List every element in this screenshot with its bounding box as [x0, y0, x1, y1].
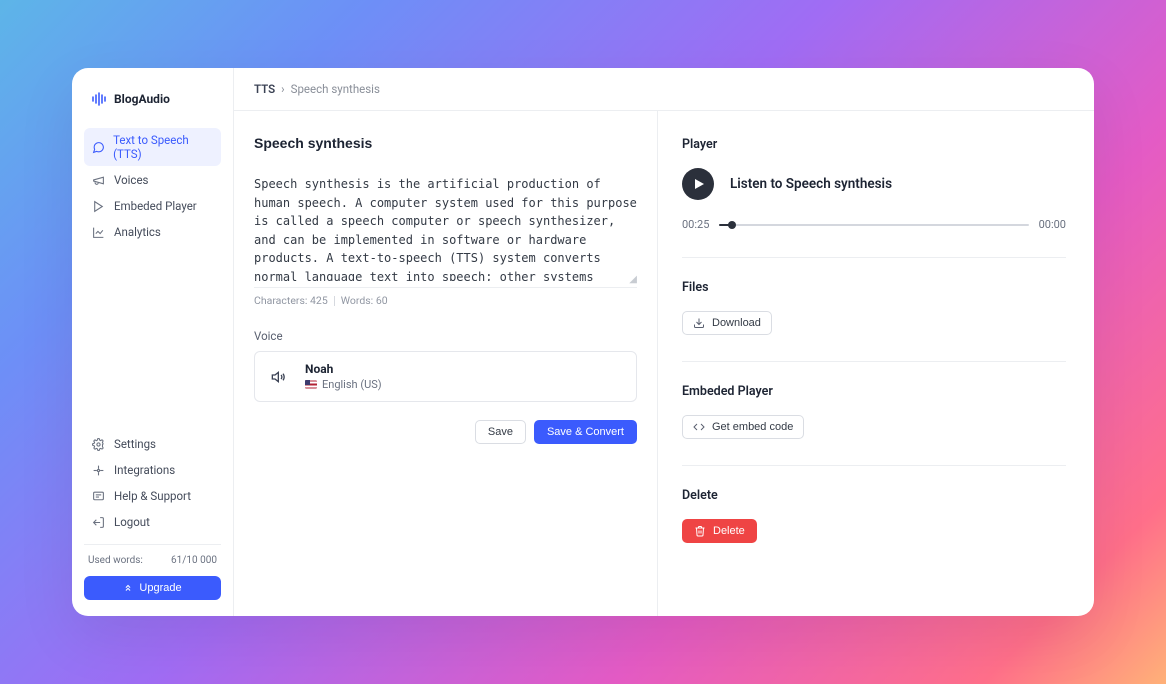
megaphone-icon [92, 174, 106, 187]
counts: Characters: 425 Words: 60 [254, 294, 637, 307]
sidebar-item-tts[interactable]: Text to Speech (TTS) [84, 128, 221, 166]
title-input[interactable] [254, 135, 637, 157]
save-convert-button[interactable]: Save & Convert [534, 420, 637, 444]
voice-language: English (US) [322, 378, 382, 391]
us-flag-icon [305, 380, 317, 389]
main-column: TTS › Speech synthesis ◢ Characters: 425… [234, 68, 1094, 616]
integrations-icon [92, 464, 106, 477]
sidebar-item-settings[interactable]: Settings [84, 432, 221, 456]
body-textarea[interactable] [254, 175, 637, 281]
sidebar-item-label: Voices [114, 173, 148, 187]
player-section-title: Player [682, 137, 1066, 152]
sidebar-item-label: Settings [114, 437, 156, 451]
voice-selector[interactable]: Noah English (US) [254, 351, 637, 402]
voice-section-label: Voice [254, 329, 637, 343]
sidebar-nav: Text to Speech (TTS) Voices Embeded Play… [84, 128, 221, 244]
usage-value: 61/10 000 [171, 555, 217, 566]
upgrade-button[interactable]: Upgrade [84, 576, 221, 600]
save-button[interactable]: Save [475, 420, 526, 444]
speaker-icon [267, 369, 291, 385]
delete-section-title: Delete [682, 488, 1066, 503]
app-window: BlogAudio Text to Speech (TTS) Voices Em… [72, 68, 1094, 616]
delete-button[interactable]: Delete [682, 519, 757, 543]
logo-icon [92, 92, 108, 106]
play-icon [695, 179, 704, 189]
word-count: Words: 60 [341, 294, 388, 307]
slider-thumb[interactable] [728, 221, 736, 229]
sidebar-item-label: Text to Speech (TTS) [113, 133, 213, 161]
right-panel: Player Listen to Speech synthesis 00:25 … [658, 111, 1094, 616]
editor-panel: ◢ Characters: 425 Words: 60 Voice Noah [234, 111, 658, 616]
sidebar-item-voices[interactable]: Voices [84, 168, 221, 192]
delete-label: Delete [713, 525, 745, 537]
usage-row: Used words: 61/10 000 [84, 544, 221, 566]
chevron-right-icon: › [281, 82, 284, 96]
voice-name: Noah [305, 362, 382, 376]
sidebar-item-embed[interactable]: Embeded Player [84, 194, 221, 218]
code-icon [693, 421, 705, 433]
sidebar-item-logout[interactable]: Logout [84, 510, 221, 534]
play-icon [92, 200, 106, 213]
player-current-time: 00:25 [682, 218, 709, 231]
brand-name: BlogAudio [114, 92, 170, 106]
sidebar-item-label: Logout [114, 515, 150, 529]
sidebar-item-label: Help & Support [114, 489, 191, 503]
breadcrumb-current: Speech synthesis [291, 82, 380, 96]
sidebar-footer-nav: Settings Integrations Help & Support Log… [84, 432, 221, 534]
help-icon [92, 490, 106, 503]
sidebar-item-label: Analytics [114, 225, 161, 239]
trash-icon [694, 525, 706, 537]
logo[interactable]: BlogAudio [84, 92, 221, 106]
breadcrumb-root[interactable]: TTS [254, 82, 275, 96]
player-total-time: 00:00 [1039, 218, 1066, 231]
get-embed-label: Get embed code [712, 421, 793, 433]
sidebar-item-label: Integrations [114, 463, 175, 477]
chat-icon [92, 141, 105, 154]
play-button[interactable] [682, 168, 714, 200]
upgrade-label: Upgrade [139, 582, 181, 594]
sidebar-item-analytics[interactable]: Analytics [84, 220, 221, 244]
char-count: Characters: 425 [254, 294, 328, 307]
sidebar-item-label: Embeded Player [114, 199, 197, 213]
embed-section-title: Embeded Player [682, 384, 1066, 399]
breadcrumb: TTS › Speech synthesis [234, 68, 1094, 111]
gear-icon [92, 438, 106, 451]
files-section-title: Files [682, 280, 1066, 295]
get-embed-button[interactable]: Get embed code [682, 415, 804, 439]
download-button[interactable]: Download [682, 311, 772, 335]
download-label: Download [712, 317, 761, 329]
logout-icon [92, 516, 106, 529]
sidebar-item-help[interactable]: Help & Support [84, 484, 221, 508]
usage-label: Used words: [88, 555, 143, 566]
download-icon [693, 317, 705, 329]
content-row: ◢ Characters: 425 Words: 60 Voice Noah [234, 111, 1094, 616]
player-track-title: Listen to Speech synthesis [730, 176, 892, 192]
player-slider[interactable] [719, 223, 1028, 227]
sidebar-item-integrations[interactable]: Integrations [84, 458, 221, 482]
analytics-icon [92, 226, 106, 239]
sidebar: BlogAudio Text to Speech (TTS) Voices Em… [72, 68, 234, 616]
upgrade-icon [123, 583, 133, 593]
